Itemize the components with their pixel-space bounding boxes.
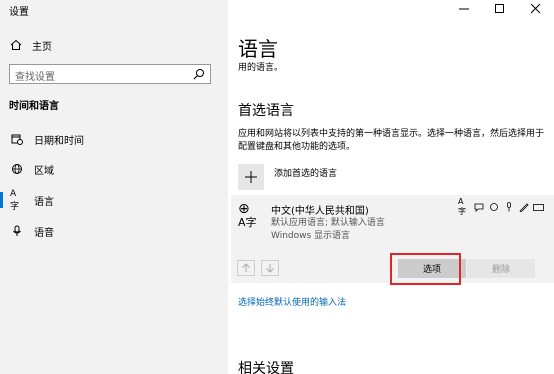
- move-down-button[interactable]: [261, 260, 279, 276]
- plus-icon: [238, 164, 264, 190]
- sidebar-item-label: 区域: [34, 165, 54, 177]
- navigation-pane: 设置 主页 时间和语言 日期和时间 区域 A字 语言 语音: [0, 0, 228, 374]
- maximize-icon: [495, 4, 504, 13]
- maximize-button[interactable]: [482, 0, 518, 18]
- preferred-languages-heading: 首选语言: [238, 103, 294, 119]
- language-icon: A字: [10, 188, 20, 212]
- search-icon[interactable]: [193, 68, 205, 80]
- page-title: 语言: [238, 37, 278, 61]
- keyboard-icon: [533, 201, 544, 212]
- sidebar-item-label: 日期和时间: [34, 135, 84, 147]
- sidebar-item-label: 语音: [34, 227, 54, 239]
- move-up-button[interactable]: [237, 260, 255, 276]
- text-to-speech-icon: [488, 201, 499, 212]
- language-pack-icon: ⊕ A字: [238, 201, 264, 233]
- speech-icon: [473, 201, 484, 212]
- language-detail-1: 默认应用语言; 默认输入语言: [271, 218, 385, 228]
- close-icon: [531, 4, 541, 14]
- app-title: 设置: [9, 7, 29, 18]
- microphone-icon: [10, 224, 24, 238]
- section-heading: 时间和语言: [9, 101, 59, 112]
- sidebar-item-language[interactable]: A字 语言: [0, 188, 228, 212]
- add-language-label: 添加首选的语言: [274, 168, 338, 179]
- home-icon: [10, 39, 22, 50]
- default-input-method-link[interactable]: 选择始终默认使用的输入法: [238, 295, 346, 308]
- globe-icon: [10, 162, 24, 176]
- sidebar-item-speech[interactable]: 语音: [0, 220, 228, 242]
- page-subtitle: 用的语言。: [238, 63, 284, 73]
- language-feature-icons: A字: [458, 196, 544, 216]
- add-language-button[interactable]: 添加首选的语言: [238, 164, 337, 190]
- sidebar-item-region[interactable]: 区域: [0, 158, 228, 180]
- minimize-icon: [459, 8, 469, 10]
- sidebar-item-label: 语言: [34, 196, 54, 208]
- minimize-button[interactable]: [446, 0, 482, 18]
- arrow-down-icon: [266, 264, 274, 273]
- handwriting-icon: [518, 201, 529, 212]
- language-icon-top: ⊕: [238, 201, 250, 217]
- home-nav-item[interactable]: 主页: [10, 37, 52, 53]
- related-settings-heading: 相关设置: [238, 361, 294, 374]
- language-icon-bottom: A字: [238, 216, 257, 229]
- content-pane: 语言 用的语言。 首选语言 应用和网站将以列表中支持的第一种语言显示。选择一种语…: [228, 0, 554, 374]
- sidebar-item-date-time[interactable]: 日期和时间: [0, 128, 228, 150]
- remove-button[interactable]: 删除: [467, 259, 535, 278]
- language-detail-2: Windows 显示语言: [271, 231, 351, 241]
- highlight-box: [390, 253, 461, 285]
- microphone-icon: [503, 201, 514, 212]
- display-language-icon: A字: [458, 196, 466, 216]
- arrow-up-icon: [242, 263, 250, 272]
- calendar-clock-icon: [10, 132, 24, 146]
- preferred-languages-description: 应用和网站将以列表中支持的第一种语言显示。选择一种语言，然后选择用于配置键盘和其…: [238, 129, 545, 152]
- close-button[interactable]: [518, 0, 554, 18]
- search-input[interactable]: [10, 68, 185, 87]
- search-box[interactable]: [9, 64, 211, 87]
- home-label: 主页: [32, 41, 52, 53]
